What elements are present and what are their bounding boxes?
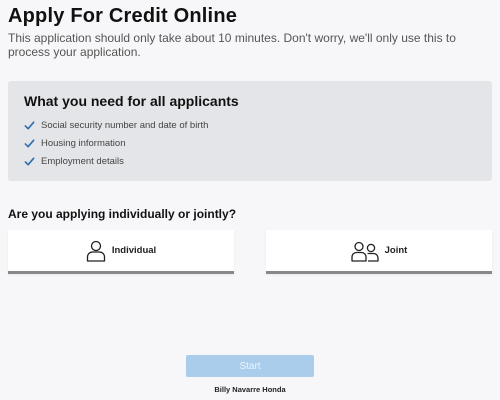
joint-option-label: Joint	[384, 245, 408, 256]
two-people-icon	[350, 241, 379, 262]
joint-option-button[interactable]: Joint	[266, 230, 492, 274]
requirement-label: Housing information	[41, 137, 126, 149]
page-title: Apply For Credit Online	[8, 5, 238, 27]
start-button[interactable]: Start	[186, 355, 314, 377]
individual-option-button[interactable]: Individual	[8, 230, 234, 274]
check-icon	[24, 120, 35, 130]
applicant-type-question: Are you applying individually or jointly…	[8, 207, 237, 221]
requirement-item: Social security number and date of birth	[24, 116, 208, 134]
requirements-title: What you need for all applicants	[24, 93, 239, 109]
individual-option-label: Individual	[111, 245, 157, 256]
check-icon	[24, 138, 35, 148]
requirements-panel: What you need for all applicants Social …	[8, 81, 492, 181]
person-icon	[86, 240, 105, 262]
requirement-label: Social security number and date of birth	[41, 119, 209, 131]
requirements-list: Social security number and date of birth…	[24, 116, 208, 170]
requirement-label: Employment details	[41, 155, 124, 167]
requirement-item: Housing information	[24, 134, 208, 152]
intro-text: This application should only take about …	[8, 31, 456, 59]
dealer-name: Billy Navarre Honda	[214, 385, 286, 394]
requirement-item: Employment details	[24, 152, 208, 170]
check-icon	[24, 156, 35, 166]
